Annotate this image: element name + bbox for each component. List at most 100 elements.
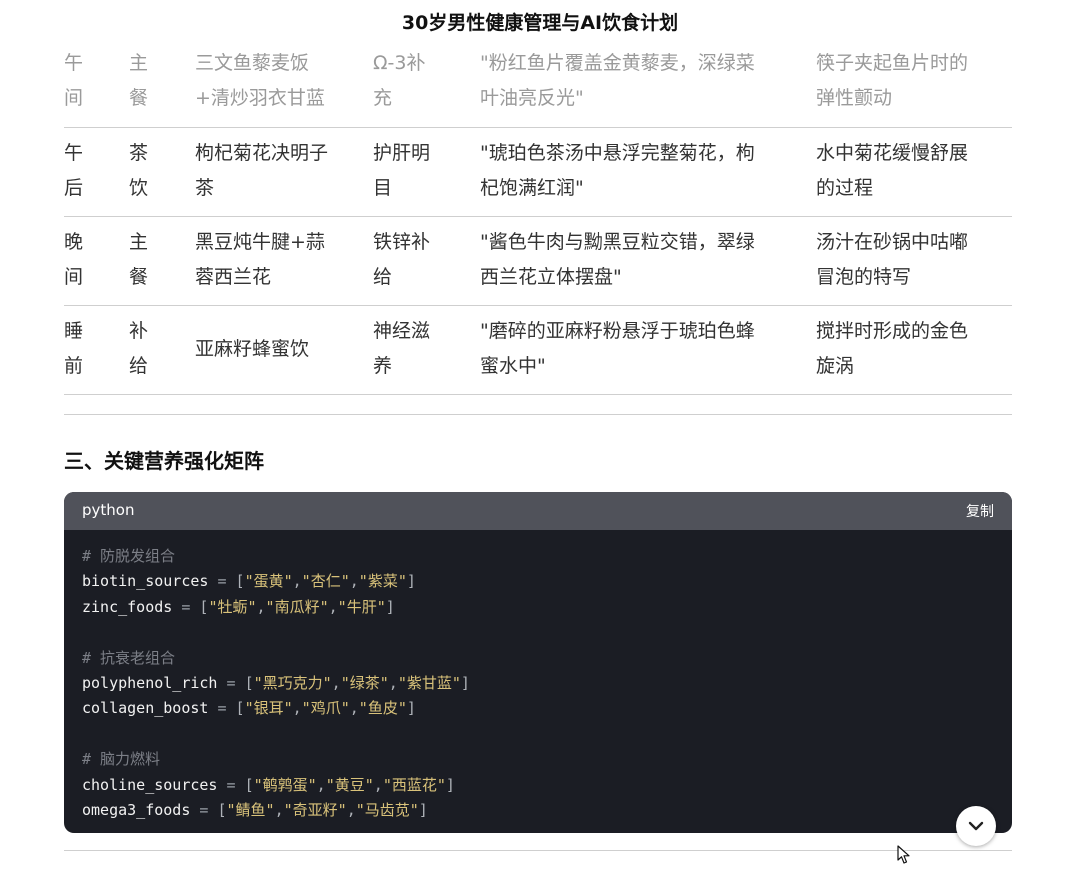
cell-text-line: 西兰花立体摆盘"	[480, 266, 622, 288]
cell-text-line: 饮	[129, 177, 149, 199]
cell-text-line: 主	[129, 231, 149, 253]
cell-text-line: 目	[373, 177, 393, 199]
cell-text-line: Ω-3补	[373, 52, 426, 74]
code-string: 鱼皮	[367, 699, 398, 718]
code-line: choline_sources = ["鹌鹑蛋","黄豆","西蓝花"]	[82, 775, 455, 794]
mouse-pointer-icon	[897, 845, 913, 869]
cell-text-line: 前	[64, 355, 84, 377]
row-nutrient-cell: Ω-3补充	[373, 46, 453, 116]
scroll-down-button[interactable]	[956, 806, 996, 846]
code-variable: polyphenol_rich	[82, 673, 218, 692]
code-line: # 抗衰老组合	[82, 646, 994, 671]
cell-text-line: 枸杞菊花决明子	[195, 142, 329, 164]
cell-text-line: 汤汁在砂锅中咕嘟	[816, 231, 969, 253]
cell-text-line: 弹性颤动	[816, 87, 893, 109]
code-string: 蛋黄	[253, 572, 284, 591]
code-string: 南瓜籽	[274, 597, 320, 616]
chevron-down-icon	[968, 821, 984, 831]
code-string: 杏仁	[310, 572, 341, 591]
code-variable: choline_sources	[82, 775, 218, 794]
cell-text-line: 筷子夹起鱼片时的	[816, 52, 969, 74]
code-block: python 复制 # 防脱发组合 biotin_sources = ["蛋黄",…	[64, 492, 1012, 833]
cell-text-line: 三文鱼藜麦饭	[195, 52, 310, 74]
code-string: 紫菜	[367, 572, 398, 591]
cell-text-line: 的过程	[816, 177, 874, 199]
cell-text-line: 冒泡的特写	[816, 266, 912, 288]
cell-text-line: 后	[64, 177, 84, 199]
row-food-cell: 亚麻籽蜂蜜饮	[195, 332, 355, 367]
row-type-cell: 主餐	[129, 225, 159, 295]
page-title: 30岁男性健康管理与AI饮食计划	[401, 12, 679, 34]
cell-text-line: 护肝明	[373, 142, 431, 164]
row-time-cell: 午后	[64, 136, 94, 206]
code-string: 黑巧克力	[262, 673, 323, 692]
code-line: collagen_boost = ["银耳","鸡爪","鱼皮"]	[82, 699, 416, 718]
cell-text-line: 餐	[129, 87, 149, 109]
table-bottom-divider	[64, 414, 1012, 415]
cell-text-line: 铁锌补	[373, 231, 431, 253]
diet-plan-table: 午间主餐三文鱼藜麦饭 +清炒羽衣甘蓝 Ω-3补充 "粉红鱼片覆盖金黄藜麦，深绿菜 叶油亮…	[64, 38, 1012, 395]
cell-text-line: 睡	[64, 320, 84, 342]
cell-text-line: 间	[64, 87, 84, 109]
code-string: 鲭鱼	[235, 800, 266, 819]
row-shot-cell: 汤汁在砂锅中咕嘟 冒泡的特写	[816, 225, 996, 295]
row-prompt-cell: "磨碎的亚麻籽粉悬浮于琥珀色蜂 蜜水中"	[480, 314, 790, 384]
row-prompt-cell: "琥珀色茶汤中悬浮完整菊花，枸 杞饱满红润"	[480, 136, 790, 206]
code-comment: # 抗衰老组合	[82, 648, 176, 667]
code-line: polyphenol_rich = ["黑巧克力","绿茶","紫甘蓝"]	[82, 673, 470, 692]
code-string: 马齿苋	[364, 800, 410, 819]
code-variable: omega3_foods	[82, 800, 191, 819]
cell-text-line: 补	[129, 320, 149, 342]
row-type-cell: 补给	[129, 314, 159, 384]
cell-text-line: 搅拌时形成的金色	[816, 320, 969, 342]
cell-text-line: 给	[129, 355, 149, 377]
row-type-cell: 茶饮	[129, 136, 159, 206]
code-language-label: python	[82, 501, 135, 519]
code-string: 鹌鹑蛋	[262, 775, 308, 794]
code-header: python 复制	[64, 492, 1012, 530]
row-nutrient-cell: 神经滋养	[373, 314, 453, 384]
row-time-cell: 睡前	[64, 314, 94, 384]
cell-text-line: 主	[129, 52, 149, 74]
table-row: 睡前补给亚麻籽蜂蜜饮 神经滋养 "磨碎的亚麻籽粉悬浮于琥珀色蜂 蜜水中" 搅拌时形成的金…	[64, 306, 1012, 395]
cell-text-line: 养	[373, 355, 393, 377]
cell-text-line: 间	[64, 266, 84, 288]
code-string: 黄豆	[334, 775, 365, 794]
code-body: # 防脱发组合 biotin_sources = ["蛋黄","杏仁","紫菜"]…	[64, 530, 1012, 833]
code-line: # 脑力燃料	[82, 747, 994, 772]
table-row: 晚间主餐黑豆炖牛腱+蒜 蓉西兰花 铁锌补给 "酱色牛肉与黝黑豆粒交错，翠绿 西兰花立体摆…	[64, 217, 1012, 306]
table-row: 午间 主餐 三文鱼藜麦饭 +清炒羽衣甘蓝 Ω-3补充 "粉红鱼片覆盖金黄藜麦，深绿菜 叶油亮…	[64, 38, 1012, 128]
row-food-cell: 三文鱼藜麦饭 +清炒羽衣甘蓝	[195, 46, 355, 116]
row-nutrient-cell: 铁锌补给	[373, 225, 453, 295]
bottom-divider	[64, 850, 1012, 851]
code-string: 鸡爪	[310, 699, 341, 718]
code-variable: zinc_foods	[82, 597, 173, 616]
cell-text-line: 午	[64, 52, 84, 74]
cell-text-line: 杞饱满红润"	[480, 177, 584, 199]
cell-text-line: 晚	[64, 231, 84, 253]
cell-text-line: 充	[373, 87, 393, 109]
row-prompt-cell: "粉红鱼片覆盖金黄藜麦，深绿菜 叶油亮反光"	[480, 46, 790, 116]
row-food-cell: 黑豆炖牛腱+蒜 蓉西兰花	[195, 225, 355, 295]
cell-text-line: "琥珀色茶汤中悬浮完整菊花，枸	[480, 142, 755, 164]
cell-text-line: 给	[373, 266, 393, 288]
row-prompt-cell: "酱色牛肉与黝黑豆粒交错，翠绿 西兰花立体摆盘"	[480, 225, 790, 295]
code-comment: # 防脱发组合	[82, 547, 176, 565]
copy-button[interactable]: 复制	[966, 501, 994, 521]
row-shot-cell: 水中菊花缓慢舒展 的过程	[816, 136, 996, 206]
cell-text-line: 蜜水中"	[480, 355, 546, 377]
cell-text-line: 午	[64, 142, 84, 164]
cell-text-line: 茶	[195, 177, 215, 199]
row-shot-cell: 筷子夹起鱼片时的 弹性颤动	[816, 46, 996, 116]
row-nutrient-cell: 护肝明目	[373, 136, 453, 206]
cell-text-line: +清炒羽衣甘蓝	[195, 87, 325, 109]
code-line: zinc_foods = ["牡蛎","南瓜籽","牛肝"]	[82, 597, 395, 616]
code-string: 银耳	[253, 699, 284, 718]
table-row: 午后茶饮枸杞菊花决明子茶护肝明目 "琥珀色茶汤中悬浮完整菊花，枸 杞饱满红润" 水中菊…	[64, 128, 1012, 217]
code-line: omega3_foods = ["鲭鱼","奇亚籽","马齿苋"]	[82, 800, 428, 819]
cell-text-line: 亚麻籽蜂蜜饮	[195, 338, 310, 360]
row-time-cell: 晚间	[64, 225, 94, 295]
code-variable: collagen_boost	[82, 699, 209, 718]
section-heading: 三、关键营养强化矩阵	[64, 449, 264, 473]
